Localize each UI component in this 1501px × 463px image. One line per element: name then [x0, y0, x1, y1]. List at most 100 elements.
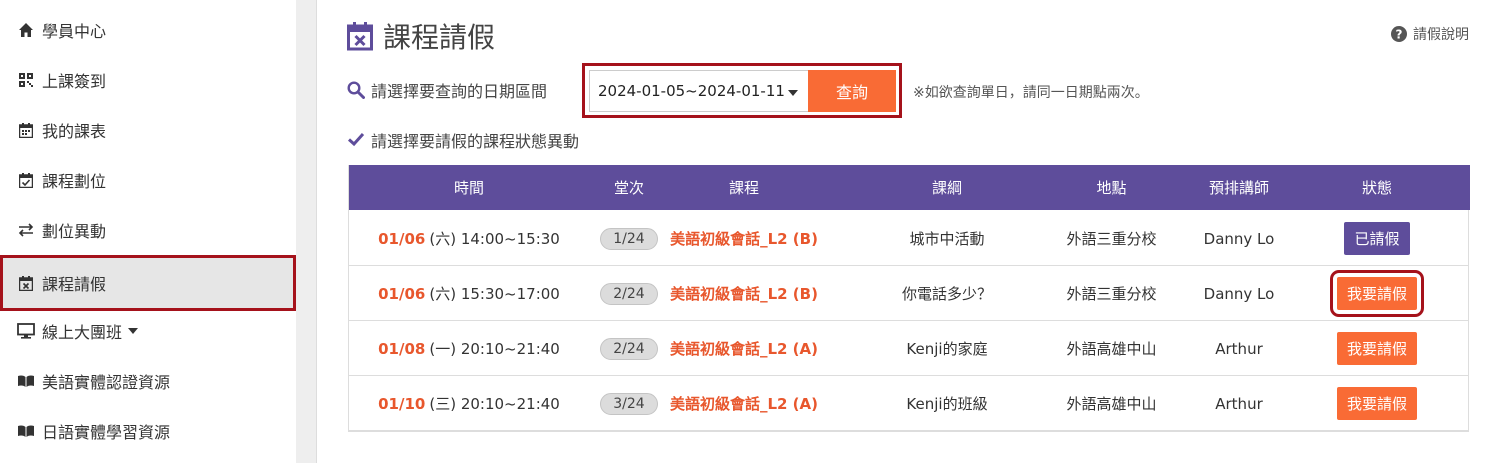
- column-header-status: 狀態: [1361, 179, 1392, 197]
- column-header-syllabus: 課綱: [931, 179, 962, 197]
- location-cell: 外語高雄中山: [1066, 395, 1157, 413]
- sidebar-item-checkin[interactable]: 上課簽到: [0, 55, 296, 105]
- qrcode-icon: [17, 71, 35, 89]
- syllabus-cell: Kenji的班級: [906, 395, 988, 413]
- leave-table: 時間 堂次 課程 課綱 地點 預排講師 狀態 01/06 (六) 14:00~1…: [348, 165, 1470, 432]
- syllabus-cell: Kenji的家庭: [906, 340, 988, 358]
- table-row: 01/06 (六) 14:00~15:30 1/24 美語初級會話_L2 (B)…: [349, 211, 1468, 266]
- help-link-label: 請假說明: [1413, 27, 1469, 43]
- sidebar-item-japanese-resources[interactable]: 日語實體學習資源: [0, 406, 296, 456]
- location-cell: 外語三重分校: [1066, 230, 1157, 248]
- calendar-icon: [17, 121, 35, 139]
- course-link[interactable]: 美語初級會話_L2 (B): [670, 228, 818, 249]
- sidebar-item-label: 課程請假: [42, 275, 107, 294]
- course-cell: 美語初級會話_L2 (A): [644, 321, 844, 376]
- table-header: 時間 堂次 課程 課綱 地點 預排講師 狀態: [349, 165, 1470, 210]
- course-link[interactable]: 美語初級會話_L2 (A): [670, 338, 818, 359]
- status-change-label-text: 請選擇要請假的課程狀態異動: [371, 132, 580, 151]
- chevron-down-icon: [128, 328, 139, 334]
- table-row: 01/10 (三) 20:10~21:40 3/24 美語初級會話_L2 (A)…: [349, 376, 1468, 431]
- question-circle-icon: ?: [1391, 26, 1407, 42]
- column-header-time: 時間: [453, 179, 484, 197]
- sidebar-item-student-center[interactable]: 學員中心: [0, 5, 296, 55]
- sidebar-item-label: 劃位異動: [42, 222, 107, 241]
- query-button[interactable]: 查詢: [808, 70, 896, 112]
- page-title: 課程請假: [347, 16, 495, 56]
- calendar-x-icon: [347, 21, 375, 51]
- main-content: 課程請假 ? 請假說明 請選擇要查詢的日期區間 2024-01-05~2024-…: [316, 0, 1501, 463]
- location-cell: 外語三重分校: [1066, 285, 1157, 303]
- on-leave-badge: 已請假: [1344, 222, 1410, 255]
- column-header-teacher: 預排講師: [1208, 179, 1269, 197]
- query-note: ※如欲查詢單日，請同一日期點兩次。: [913, 85, 1149, 101]
- table-row: 01/08 (一) 20:10~21:40 2/24 美語初級會話_L2 (A)…: [349, 321, 1468, 376]
- date-range-value: 2024-01-05~2024-01-11: [598, 82, 785, 100]
- course-cell: 美語初級會話_L2 (A): [644, 376, 844, 431]
- request-leave-button[interactable]: 我要請假: [1336, 387, 1417, 420]
- time-cell: 01/10 (三) 20:10~21:40: [349, 376, 589, 431]
- sidebar-item-my-schedule[interactable]: 我的課表: [0, 105, 296, 155]
- status-cell: 我要請假: [1317, 321, 1437, 376]
- time-text: (一) 20:10~21:40: [429, 340, 560, 358]
- monitor-icon: [17, 322, 35, 340]
- chevron-down-icon: [788, 90, 798, 96]
- home-icon: [17, 21, 35, 39]
- status-change-label: 請選擇要請假的課程狀態異動: [347, 128, 579, 152]
- sidebar-item-label: 日語實體學習資源: [42, 423, 171, 442]
- column-header-course: 課程: [728, 179, 759, 197]
- status-cell: 我要請假: [1317, 266, 1437, 321]
- request-leave-button[interactable]: 我要請假: [1336, 332, 1417, 365]
- sidebar-item-course-booking[interactable]: 課程劃位: [0, 155, 296, 205]
- book-icon: [17, 422, 35, 440]
- calendar-x-icon: [17, 274, 35, 292]
- teacher-cell: Arthur: [1215, 394, 1263, 413]
- sidebar-item-label: 我的課表: [42, 122, 107, 141]
- page-title-text: 課程請假: [383, 21, 496, 54]
- sidebar-item-label: 上課簽到: [42, 72, 107, 91]
- time-text: (六) 15:30~17:00: [429, 285, 560, 303]
- calendar-check-icon: [17, 171, 35, 189]
- date-range-select[interactable]: 2024-01-05~2024-01-11: [589, 70, 809, 112]
- time-cell: 01/06 (六) 14:00~15:30: [349, 211, 589, 266]
- teacher-cell: Arthur: [1215, 339, 1263, 358]
- sidebar-item-label: 線上大團班: [42, 323, 123, 342]
- sidebar-item-booking-change[interactable]: 劃位異動: [0, 205, 296, 255]
- course-link[interactable]: 美語初級會話_L2 (A): [670, 393, 818, 414]
- book-icon: [17, 372, 35, 390]
- search-icon: [347, 81, 365, 99]
- sidebar-item-label: 學員中心: [42, 22, 107, 41]
- syllabus-cell: 你電話多少？: [901, 285, 992, 303]
- help-link[interactable]: ? 請假說明: [1391, 24, 1469, 44]
- sidebar-item-label: 美語實體認證資源: [42, 373, 171, 392]
- teacher-cell: Danny Lo: [1203, 229, 1275, 248]
- time-text: (三) 20:10~21:40: [429, 395, 560, 413]
- table-row: 01/06 (六) 15:30~17:00 2/24 美語初級會話_L2 (B)…: [349, 266, 1468, 321]
- date-text: 01/06: [378, 229, 426, 248]
- date-text: 01/08: [378, 339, 426, 358]
- date-range-label: 請選擇要查詢的日期區間: [347, 78, 547, 102]
- sidebar: 學員中心 上課簽到 我的課表 課程劃位 劃位異動 課程請假 線上大團班 美語實體…: [0, 0, 296, 463]
- sidebar-item-english-resources[interactable]: 美語實體認證資源: [0, 356, 296, 406]
- location-cell: 外語高雄中山: [1066, 340, 1157, 358]
- column-header-location: 地點: [1096, 179, 1127, 197]
- sidebar-item-label: 課程劃位: [42, 172, 107, 191]
- date-search-box: 2024-01-05~2024-01-11 查詢: [582, 63, 902, 118]
- date-text: 01/06: [378, 284, 426, 303]
- status-cell: 我要請假: [1317, 376, 1437, 431]
- date-range-label-text: 請選擇要查詢的日期區間: [371, 82, 548, 101]
- course-cell: 美語初級會話_L2 (B): [644, 266, 844, 321]
- check-icon: [347, 131, 365, 149]
- date-text: 01/10: [378, 394, 426, 413]
- syllabus-cell: 城市中活動: [909, 230, 985, 248]
- request-leave-button[interactable]: 我要請假: [1329, 270, 1425, 317]
- time-cell: 01/06 (六) 15:30~17:00: [349, 266, 589, 321]
- sidebar-item-course-leave[interactable]: 課程請假: [0, 255, 296, 311]
- sidebar-item-online-class[interactable]: 線上大團班: [0, 306, 296, 356]
- teacher-cell: Danny Lo: [1203, 284, 1275, 303]
- time-text: (六) 14:00~15:30: [429, 230, 560, 248]
- time-cell: 01/08 (一) 20:10~21:40: [349, 321, 589, 376]
- exchange-icon: [17, 221, 35, 239]
- svg-text:?: ?: [1396, 28, 1403, 42]
- status-cell: 已請假: [1317, 211, 1437, 266]
- course-link[interactable]: 美語初級會話_L2 (B): [670, 283, 818, 304]
